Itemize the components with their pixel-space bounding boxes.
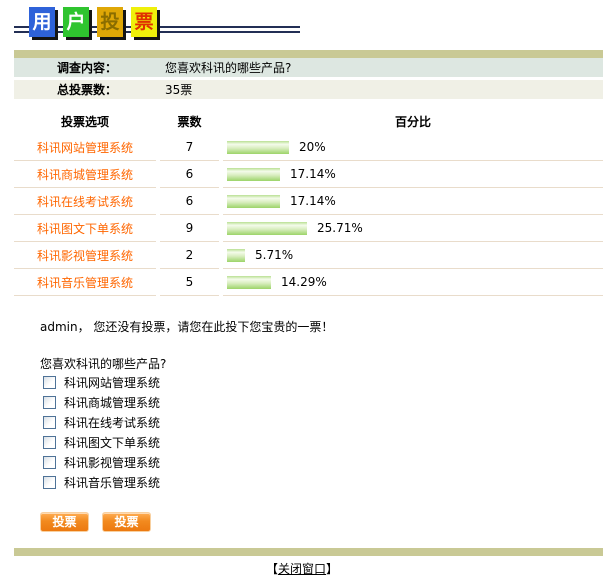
result-option-link[interactable]: 科讯影视管理系统 — [14, 242, 156, 269]
vote-options-list: 科讯网站管理系统 科讯商城管理系统 科讯在线考试系统 科讯图文下单系统 科讯影视… — [43, 372, 160, 492]
result-row: 科讯网站管理系统 7 20% — [14, 134, 603, 161]
result-row: 科讯影视管理系统 2 5.71% — [14, 242, 603, 269]
result-votes: 6 — [160, 188, 219, 215]
result-bar — [227, 167, 280, 181]
result-percent-label: 14.29% — [281, 275, 327, 289]
total-votes-row: 总投票数： 35票 — [14, 80, 603, 99]
result-votes: 9 — [160, 215, 219, 242]
result-bar — [227, 140, 289, 154]
option-label: 科讯在线考试系统 — [64, 415, 161, 430]
close-window-link[interactable]: 关闭窗口 — [278, 562, 326, 576]
header-percent: 百分比 — [394, 114, 431, 129]
result-row: 科讯商城管理系统 6 17.14% — [14, 161, 603, 188]
results-table: 投票选项 票数 百分比 科讯网站管理系统 7 20% 科讯商城管理系统 6 17… — [14, 108, 603, 296]
option-label: 科讯图文下单系统 — [64, 435, 161, 450]
result-percent-label: 20% — [299, 140, 326, 154]
logo-divider-line — [14, 31, 300, 33]
section-strip-bottom — [14, 548, 603, 556]
vote-option-row: 科讯商城管理系统 — [43, 392, 160, 412]
logo-char-yong: 用 — [29, 7, 55, 37]
result-row: 科讯音乐管理系统 5 14.29% — [14, 269, 603, 296]
result-percent-cell: 5.71% — [223, 242, 603, 269]
total-votes-value: 35票 — [165, 83, 193, 97]
logo-char-hu: 户 — [63, 7, 89, 37]
header-option: 投票选项 — [60, 114, 109, 129]
option-checkbox[interactable] — [43, 375, 56, 389]
results-header-row: 投票选项 票数 百分比 — [14, 108, 603, 134]
logo-char-tou: 投 — [97, 7, 123, 37]
section-strip-top — [14, 50, 603, 58]
vote-question: 您喜欢科讯的哪些产品? — [40, 357, 167, 371]
result-percent-label: 5.71% — [255, 248, 294, 262]
results-rows: 科讯网站管理系统 7 20% 科讯商城管理系统 6 17.14% 科讯在线考试系… — [14, 134, 603, 296]
result-option-link[interactable]: 科讯网站管理系统 — [14, 134, 156, 161]
footer-close-bar: 【关闭窗口】 — [0, 560, 604, 577]
result-row: 科讯图文下单系统 9 25.71% — [14, 215, 603, 242]
result-bar — [227, 221, 307, 235]
option-checkbox[interactable] — [43, 455, 56, 469]
survey-content-label: 调查内容： — [56, 61, 117, 75]
result-percent-cell: 17.14% — [223, 188, 603, 215]
option-label: 科讯影视管理系统 — [64, 455, 161, 470]
vote-option-row: 科讯音乐管理系统 — [43, 472, 160, 492]
vote-option-row: 科讯影视管理系统 — [43, 452, 160, 472]
result-percent-cell: 17.14% — [223, 161, 603, 188]
result-percent-label: 17.14% — [290, 167, 336, 181]
total-votes-label: 总投票数： — [56, 83, 117, 97]
result-row: 科讯在线考试系统 6 17.14% — [14, 188, 603, 215]
result-option-link[interactable]: 科讯音乐管理系统 — [14, 269, 156, 296]
logo-divider-line — [14, 26, 300, 28]
result-option-link[interactable]: 科讯图文下单系统 — [14, 215, 156, 242]
option-checkbox[interactable] — [43, 415, 56, 429]
header-votes: 票数 — [177, 114, 202, 129]
result-votes: 7 — [160, 134, 219, 161]
vote-submit-button-2[interactable]: 投票 — [102, 512, 151, 532]
vote-option-row: 科讯在线考试系统 — [43, 412, 160, 432]
option-label: 科讯商城管理系统 — [64, 395, 161, 410]
result-bar — [227, 275, 271, 289]
greeting-text: admin， 您还没有投票，请您在此投下您宝贵的一票！ — [40, 320, 334, 334]
result-option-link[interactable]: 科讯在线考试系统 — [14, 188, 156, 215]
user-vote-page: 用 户 投 票 调查内容： 您喜欢科讯的哪些产品? 总投票数： 35票 投票选项… — [0, 0, 604, 584]
close-bracket-left: 【 — [265, 562, 278, 576]
survey-content-value: 您喜欢科讯的哪些产品? — [165, 61, 292, 75]
result-percent-label: 25.71% — [317, 221, 363, 235]
result-votes: 5 — [160, 269, 219, 296]
option-label: 科讯音乐管理系统 — [64, 475, 161, 490]
close-bracket-right: 】 — [326, 562, 339, 576]
option-checkbox[interactable] — [43, 475, 56, 489]
result-percent-label: 17.14% — [290, 194, 336, 208]
option-checkbox[interactable] — [43, 435, 56, 449]
result-votes: 2 — [160, 242, 219, 269]
result-option-link[interactable]: 科讯商城管理系统 — [14, 161, 156, 188]
survey-content-row: 调查内容： 您喜欢科讯的哪些产品? — [14, 58, 603, 77]
vote-option-row: 科讯图文下单系统 — [43, 432, 160, 452]
vote-option-row: 科讯网站管理系统 — [43, 372, 160, 392]
logo-char-piao: 票 — [131, 7, 157, 37]
result-percent-cell: 14.29% — [223, 269, 603, 296]
option-label: 科讯网站管理系统 — [64, 375, 161, 390]
result-percent-cell: 25.71% — [223, 215, 603, 242]
result-votes: 6 — [160, 161, 219, 188]
result-bar — [227, 248, 245, 262]
vote-submit-button[interactable]: 投票 — [40, 512, 89, 532]
result-percent-cell: 20% — [223, 134, 603, 161]
option-checkbox[interactable] — [43, 395, 56, 409]
result-bar — [227, 194, 280, 208]
